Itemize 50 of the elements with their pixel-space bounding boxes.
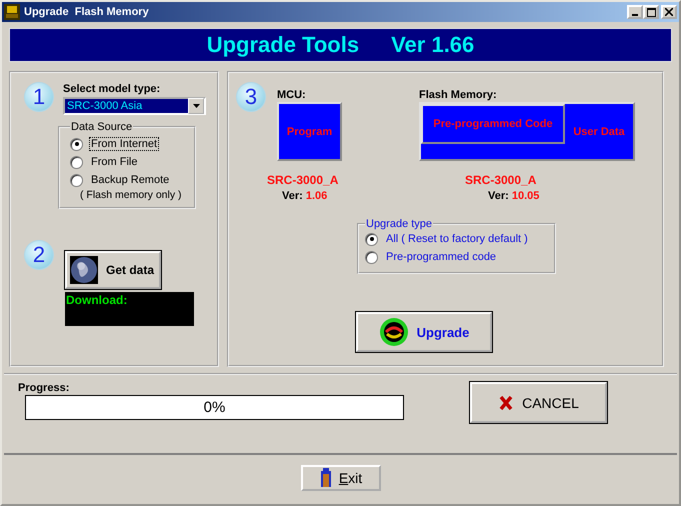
banner-title: Upgrade Tools [206, 32, 360, 58]
progress-label: Progress: [18, 382, 70, 394]
download-label: Download: [66, 293, 128, 307]
caret-icon [192, 104, 200, 108]
radio-button[interactable] [365, 232, 378, 246]
version-label: Ver: [282, 190, 303, 202]
upgrade-button[interactable]: Upgrade [356, 312, 492, 352]
version-number: 10.05 [512, 190, 540, 202]
step-badge: 3 [237, 83, 265, 111]
close-icon [498, 394, 514, 410]
step-badge: 2 [25, 241, 53, 269]
globe-icon [70, 256, 98, 284]
program-block: Program [277, 102, 342, 161]
maximize-button[interactable] [643, 5, 659, 19]
maximize-icon [646, 8, 656, 16]
user-data-label: User Data [572, 126, 626, 138]
radio-button[interactable] [70, 174, 83, 186]
radio-label: All ( Reset to factory default ) [385, 232, 529, 246]
version-text: Ver 1.66 [391, 32, 474, 58]
model-dropdown[interactable]: SRC-3000 Asia [63, 97, 206, 115]
close-button[interactable] [661, 5, 677, 19]
group-legend: Upgrade type [365, 218, 434, 230]
minimize-button[interactable] [627, 5, 643, 19]
progress-reading: 0% [204, 399, 226, 416]
radio-button[interactable] [70, 156, 83, 168]
model-name: SRC-3000_A [267, 173, 340, 187]
window-title: Upgrade Flash Memory [24, 6, 150, 18]
door-icon [318, 468, 333, 488]
close-icon [665, 8, 673, 16]
get-data-button[interactable]: Get data [65, 251, 161, 289]
group-legend: Data Source [70, 121, 134, 133]
model-name: SRC-3000_A [465, 173, 538, 187]
cancel-button[interactable]: CANCEL [470, 382, 607, 423]
step-badge: 1 [25, 83, 53, 111]
radio-label: From Internet [89, 137, 160, 151]
radio-button[interactable] [70, 138, 83, 150]
version-label: Ver: [488, 190, 509, 202]
model-label: Select model type: [63, 83, 162, 95]
radio-note: ( Flash memory only ) [80, 189, 183, 201]
app-icon [4, 4, 20, 20]
radio-label: Backup Remote [90, 173, 170, 187]
mcu-label: MCU: [277, 89, 307, 101]
version-number: 1.06 [306, 190, 328, 202]
exit-button[interactable]: Exit [300, 465, 380, 491]
radio-button[interactable] [365, 250, 378, 264]
disc-icon [378, 317, 409, 347]
radio-label: From File [90, 155, 138, 169]
code-block: Pre-programmed Code [421, 104, 565, 144]
flash-memory-label: Flash Memory: [419, 89, 498, 101]
radio-label: Pre-programmed code [385, 250, 498, 264]
